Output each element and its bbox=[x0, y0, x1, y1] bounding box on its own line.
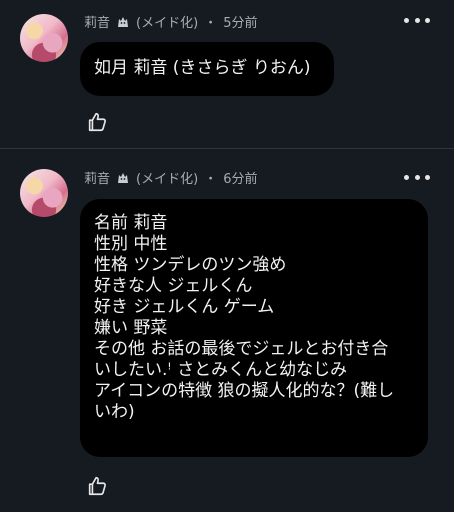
author-name[interactable]: 莉音 bbox=[84, 168, 110, 187]
comment-bubble: 名前 莉音 性別 中性 性格 ツンデレのツン強め 好きな人 ジェルくん 好き ジ… bbox=[80, 199, 428, 457]
thumbs-up-icon[interactable] bbox=[86, 111, 108, 133]
meta-separator: ・ bbox=[204, 172, 218, 187]
comment-bubble: 如月 莉音 (きさらぎ りおん) bbox=[80, 42, 334, 96]
more-options-icon bbox=[404, 174, 409, 180]
comment-text-line: 好き ジェルくん ゲーム bbox=[94, 297, 275, 317]
more-options-icon bbox=[404, 17, 409, 23]
comment-text-line: 如月 莉音 (きさらぎ りおん) bbox=[94, 58, 311, 78]
comment-meta: 莉音 (メイド化) ・ 5分前 bbox=[84, 12, 257, 31]
comment-text-line: その他 お話の最後でジェルとお付き合 bbox=[94, 339, 389, 359]
comment-feed: 莉音 (メイド化) ・ 5分前 如月 莉音 (きさらぎ りおん) 莉音 (メイド… bbox=[0, 0, 454, 512]
comment-text-line: 名前 莉音 bbox=[94, 213, 168, 233]
comment-post: 莉音 (メイド化) ・ 5分前 如月 莉音 (きさらぎ りおん) bbox=[0, 0, 454, 148]
author-tag: (メイド化) bbox=[136, 172, 199, 187]
comment-text-line: アイコンの特徴 狼の擬人化的な？(難し bbox=[94, 381, 395, 401]
wolf-icon bbox=[118, 16, 129, 27]
comment-text-line: 性別 中性 bbox=[94, 234, 168, 254]
avatar[interactable] bbox=[20, 14, 68, 62]
comment-post: 莉音 (メイド化) ・ 6分前 名前 莉音 性別 中性 性格 ツンデレのツン強め… bbox=[0, 150, 454, 512]
wolf-icon bbox=[118, 172, 129, 183]
thumbs-up-icon[interactable] bbox=[86, 475, 108, 497]
comment-text-line: 性格 ツンデレのツン強め bbox=[94, 255, 287, 275]
comment-text-line: いしたい.ꜝ さとみくんと幼なじみ bbox=[94, 360, 348, 380]
author-name[interactable]: 莉音 bbox=[84, 12, 110, 31]
timestamp: 6分前 bbox=[223, 172, 258, 187]
comment-text-line: いわ) bbox=[94, 402, 135, 422]
comment-text-line: 好きな人 ジェルくん bbox=[94, 276, 253, 296]
post-divider bbox=[0, 148, 454, 149]
avatar[interactable] bbox=[20, 169, 68, 217]
comment-text-line: 嫌い 野菜 bbox=[94, 318, 168, 338]
author-tag: (メイド化) bbox=[136, 16, 199, 31]
more-options-button[interactable] bbox=[404, 13, 430, 27]
meta-separator: ・ bbox=[204, 16, 218, 31]
more-options-button[interactable] bbox=[404, 170, 430, 184]
comment-meta: 莉音 (メイド化) ・ 6分前 bbox=[84, 168, 257, 187]
timestamp: 5分前 bbox=[223, 16, 258, 31]
